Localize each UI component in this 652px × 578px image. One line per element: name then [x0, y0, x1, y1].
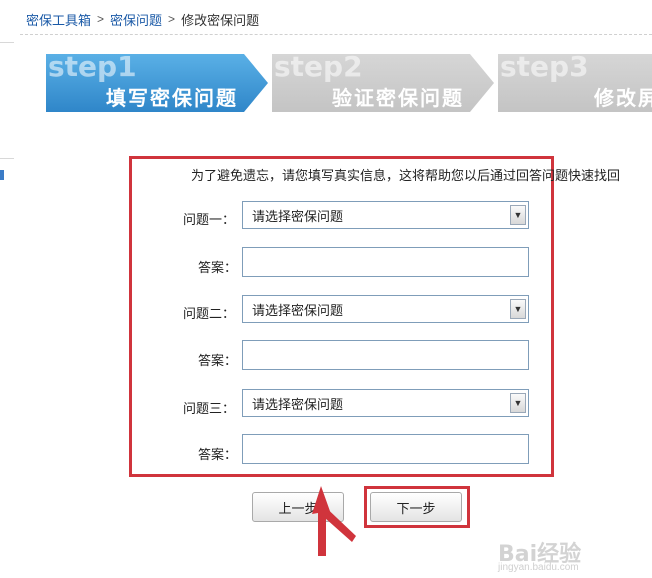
breadcrumb-current: 修改密保问题: [181, 12, 260, 28]
step-3: step3 修改屏: [498, 54, 652, 112]
breadcrumb-link-questions[interactable]: 密保问题: [110, 10, 162, 29]
answer-3-label: 答案：: [198, 447, 238, 462]
question-2-label: 问题二：: [183, 306, 236, 321]
answer-2-input[interactable]: [242, 340, 529, 370]
question-1-select[interactable]: 请选择密保问题 ▼: [242, 201, 529, 229]
breadcrumb-separator: >: [97, 12, 105, 26]
step-3-label: 修改屏: [594, 86, 652, 110]
question-3-select[interactable]: 请选择密保问题 ▼: [242, 389, 529, 417]
prev-step-button[interactable]: 上一步: [252, 492, 344, 522]
breadcrumb: 密保工具箱 > 密保问题 > 修改密保问题: [26, 10, 259, 28]
question-2-select[interactable]: 请选择密保问题 ▼: [242, 295, 529, 323]
step-2-number: step2: [274, 54, 363, 83]
answer-2-label: 答案：: [198, 353, 238, 368]
chevron-down-icon[interactable]: ▼: [510, 205, 526, 225]
step-2-label: 验证密保问题: [332, 86, 464, 110]
step-1-number: step1: [48, 54, 137, 83]
step-3-number: step3: [500, 54, 589, 83]
breadcrumb-link-toolbox[interactable]: 密保工具箱: [26, 10, 91, 29]
step-2: step2 验证密保问题: [272, 54, 494, 112]
chevron-down-icon[interactable]: ▼: [510, 299, 526, 319]
answer-3-input[interactable]: [242, 434, 529, 464]
answer-1-input[interactable]: [242, 247, 529, 277]
question-3-select-value: 请选择密保问题: [252, 396, 344, 412]
watermark-url: jingyan.baidu.com: [498, 562, 579, 573]
next-step-button[interactable]: 下一步: [370, 492, 462, 522]
sidebar-selection-marker: [0, 170, 4, 180]
step-1: step1 填写密保问题: [46, 54, 268, 112]
question-1-label: 问题一：: [183, 212, 236, 227]
step-progress: step1 填写密保问题 step2 验证密保问题 step3 修改屏: [46, 54, 652, 114]
form-intro-text: 为了避免遗忘，请您填写真实信息，这将帮助您以后通过回答问题快速找回: [191, 168, 621, 183]
chevron-down-icon[interactable]: ▼: [510, 393, 526, 413]
left-sidebar-edge: [0, 0, 14, 578]
watermark: Bai经验 jingyan.baidu.com: [498, 536, 638, 576]
question-1-select-value: 请选择密保问题: [252, 208, 344, 224]
answer-1-label: 答案：: [198, 260, 238, 275]
breadcrumb-separator: >: [168, 12, 176, 26]
step-1-label: 填写密保问题: [106, 86, 238, 110]
question-2-select-value: 请选择密保问题: [252, 302, 344, 318]
question-3-label: 问题三：: [183, 401, 236, 416]
breadcrumb-divider: [20, 34, 652, 35]
